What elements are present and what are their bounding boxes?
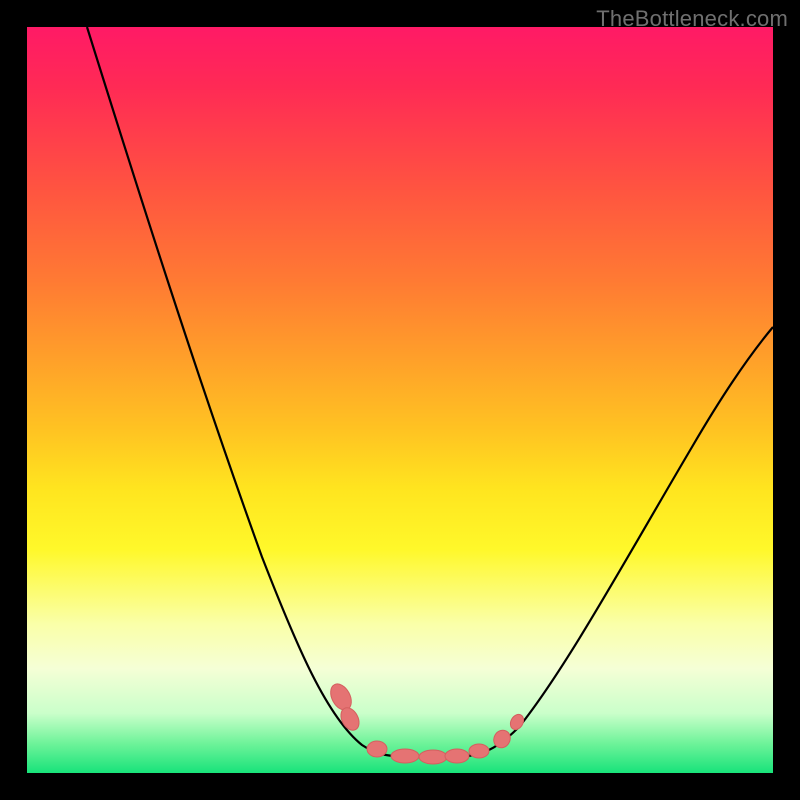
marker-icon [508, 712, 526, 732]
plot-area [27, 27, 773, 773]
marker-icon [391, 749, 419, 763]
trough-markers [326, 680, 526, 764]
outer-frame: TheBottleneck.com [0, 0, 800, 800]
bottleneck-curve [27, 27, 773, 773]
marker-icon [469, 744, 489, 758]
marker-icon [367, 741, 387, 757]
curve-path [87, 27, 773, 757]
marker-icon [445, 749, 469, 763]
watermark-text: TheBottleneck.com [596, 6, 788, 32]
marker-icon [419, 750, 447, 764]
